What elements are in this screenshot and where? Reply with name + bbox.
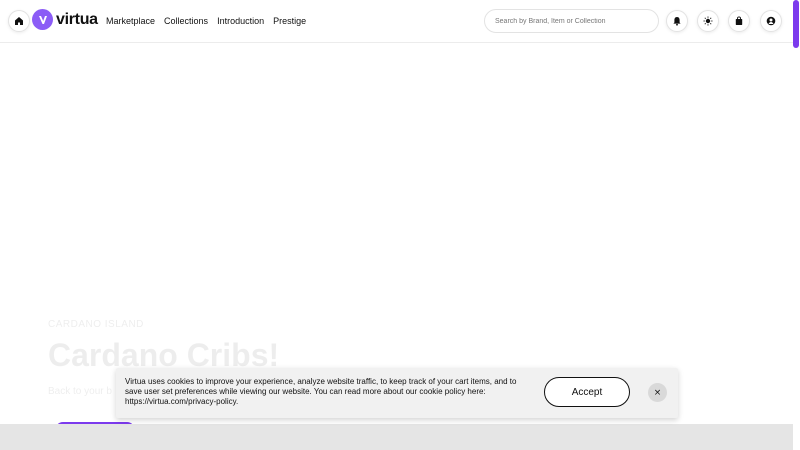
- nav-introduction-link[interactable]: Introduction: [217, 16, 264, 26]
- notifications-button[interactable]: [666, 10, 688, 32]
- account-button[interactable]: [760, 10, 782, 32]
- hero-kicker: CARDANO ISLAND: [48, 319, 144, 330]
- bag-icon: [735, 16, 743, 25]
- search-box: [484, 9, 659, 33]
- nav-marketplace-link[interactable]: Marketplace: [106, 16, 155, 26]
- main-nav: Marketplace Collections Introduction Pre…: [106, 16, 315, 26]
- home-icon: [15, 17, 23, 25]
- search-input[interactable]: [485, 10, 658, 33]
- nav-collections-link[interactable]: Collections: [164, 16, 208, 26]
- logo-wordmark: virtua: [56, 10, 98, 28]
- sun-icon: [703, 16, 713, 26]
- accept-cookies-button[interactable]: Accept: [544, 377, 630, 407]
- close-banner-button[interactable]: ×: [648, 383, 667, 402]
- hero-subtitle: Back to your b: [48, 386, 112, 397]
- page-scrollbar[interactable]: [793, 0, 799, 48]
- user-icon: [766, 16, 776, 26]
- close-icon: ×: [653, 387, 662, 398]
- theme-toggle-button[interactable]: [697, 10, 719, 32]
- nav-prestige-link[interactable]: Prestige: [273, 16, 306, 26]
- bell-icon: [673, 17, 681, 26]
- cookie-consent-banner: Virtua uses cookies to improve your expe…: [116, 368, 678, 418]
- cookie-consent-text: Virtua uses cookies to improve your expe…: [125, 377, 517, 406]
- virtua-logo-mark-icon: [32, 9, 53, 30]
- home-button[interactable]: [8, 10, 30, 32]
- bottom-band: [0, 424, 793, 450]
- virtua-logo[interactable]: virtua: [32, 9, 98, 30]
- cart-button[interactable]: [728, 10, 750, 32]
- top-navigation-bar: virtua Marketplace Collections Introduct…: [0, 0, 793, 43]
